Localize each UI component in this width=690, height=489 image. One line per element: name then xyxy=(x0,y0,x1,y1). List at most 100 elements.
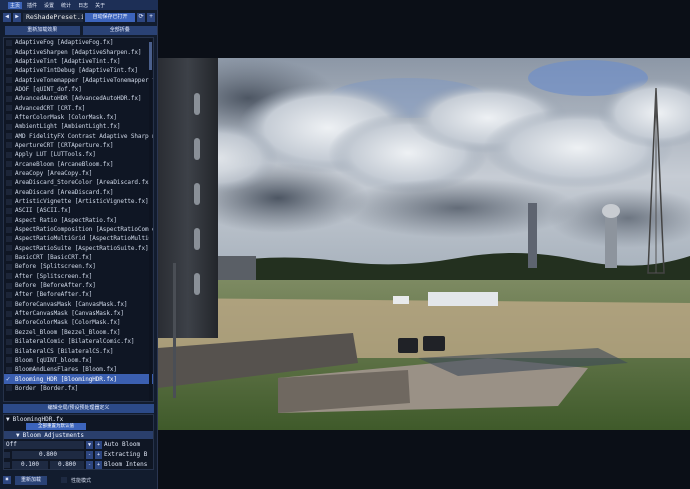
effect-checkbox[interactable] xyxy=(6,105,12,112)
reload-button[interactable]: 重新加载 xyxy=(15,475,48,485)
effect-item[interactable]: AdaptiveSharpen [AdaptiveSharpen.fx] xyxy=(4,47,153,56)
effect-checkbox[interactable] xyxy=(6,310,12,317)
reload-preset-icon[interactable]: ⟳ xyxy=(137,12,145,22)
previous-preset-icon[interactable]: ◀ xyxy=(3,12,11,22)
decrement-icon[interactable]: - xyxy=(86,460,93,469)
intensity-slider-1[interactable]: 0.100 xyxy=(12,460,48,469)
effect-item[interactable]: Apply LUT [LUTTools.fx] xyxy=(4,150,153,159)
param-checkbox[interactable] xyxy=(4,461,10,468)
collapse-all-button[interactable]: 全部折叠 xyxy=(82,26,157,35)
effect-checkbox[interactable] xyxy=(6,291,12,298)
add-preset-icon[interactable]: + xyxy=(147,12,155,22)
effect-item[interactable]: BilateralCS [BilateralCS.fx] xyxy=(4,346,153,355)
effect-checkbox[interactable] xyxy=(6,245,12,252)
effect-checkbox[interactable] xyxy=(6,189,12,196)
effect-item[interactable]: BilateralComic [BilateralComic.fx] xyxy=(4,337,153,346)
effect-item[interactable]: AreaCopy [AreaCopy.fx] xyxy=(4,169,153,178)
effect-checkbox[interactable] xyxy=(6,319,12,326)
preset-selector[interactable]: ReShadePreset.ini xyxy=(23,12,83,22)
effect-checkbox[interactable] xyxy=(6,254,12,261)
effect-checkbox[interactable] xyxy=(6,39,12,46)
effect-checkbox[interactable]: ✓ xyxy=(6,376,12,383)
effect-checkbox[interactable] xyxy=(6,348,12,355)
effect-checkbox[interactable] xyxy=(6,282,12,289)
effect-checkbox[interactable] xyxy=(6,170,12,177)
effect-item[interactable]: After [BeforeAfter.fx] xyxy=(4,290,153,299)
reload-effects-button[interactable]: 重新加载效果 xyxy=(5,26,80,35)
effect-item[interactable]: AdaptiveTint [AdaptiveTint.fx] xyxy=(4,57,153,66)
effect-item[interactable]: Bezzel_Bloom [Bezzel_Bloom.fx] xyxy=(4,328,153,337)
effect-checkbox[interactable] xyxy=(6,179,12,186)
menu-item-addons[interactable]: 插件 xyxy=(25,2,39,9)
menu-item-statistics[interactable]: 统计 xyxy=(59,2,73,9)
effect-item[interactable]: AreaDiscard [AreaDiscard.fx] xyxy=(4,188,153,197)
effect-checkbox[interactable] xyxy=(6,263,12,270)
effect-item[interactable]: After [Splitscreen.fx] xyxy=(4,272,153,281)
effect-item[interactable]: ASCII [ASCII.fx] xyxy=(4,206,153,215)
increment-icon[interactable]: + xyxy=(95,440,102,449)
effect-item[interactable]: AdaptiveFog [AdaptiveFog.fx] xyxy=(4,38,153,47)
edit-preprocessor-button[interactable]: 编辑全局/预设预处理器定义 xyxy=(3,404,154,413)
decrement-icon[interactable]: - xyxy=(86,450,93,459)
increment-icon[interactable]: + xyxy=(95,460,102,469)
combo-dropdown-icon[interactable]: ▼ xyxy=(86,440,93,449)
effect-checkbox[interactable] xyxy=(6,58,12,65)
effect-checkbox[interactable] xyxy=(6,95,12,102)
effect-checkbox[interactable] xyxy=(6,217,12,224)
effect-item[interactable]: ArcaneBloom [ArcaneBloom.fx] xyxy=(4,159,153,168)
effect-item[interactable]: BasicCRT [BasicCRT.fx] xyxy=(4,253,153,262)
category-bloom-adjustments[interactable]: ▼ Bloom Adjustments xyxy=(4,431,153,439)
menu-item-settings[interactable]: 设置 xyxy=(42,2,56,9)
scrollbar-thumb[interactable] xyxy=(149,42,152,70)
effect-item[interactable]: AspectRatioComposition [AspectRatioCompo… xyxy=(4,225,153,234)
intensity-slider-2[interactable]: 0.800 xyxy=(50,460,84,469)
effect-item[interactable]: Before [BeforeAfter.fx] xyxy=(4,281,153,290)
menu-item-home[interactable]: 主页 xyxy=(8,1,23,9)
effect-checkbox[interactable] xyxy=(6,133,12,140)
effect-checkbox[interactable] xyxy=(6,151,12,158)
menu-item-about[interactable]: 关于 xyxy=(93,2,107,9)
increment-icon[interactable]: + xyxy=(95,450,102,459)
effect-item[interactable]: ✓ Blooming_HDR [BloomingHDR.fx] xyxy=(4,374,153,384)
effect-item[interactable]: Before [Splitscreen.fx] xyxy=(4,262,153,271)
effect-item[interactable]: AreaDiscard_StoreColor [AreaDiscard.fx] xyxy=(4,178,153,187)
effect-checkbox[interactable] xyxy=(6,338,12,345)
effect-checkbox[interactable] xyxy=(6,301,12,308)
effect-checkbox[interactable] xyxy=(6,198,12,205)
effect-checkbox[interactable] xyxy=(6,123,12,130)
effect-checkbox[interactable] xyxy=(6,49,12,56)
effect-checkbox[interactable] xyxy=(6,366,12,373)
effect-item[interactable]: Bloom [qUINT_bloom.fx] xyxy=(4,356,153,365)
effect-item[interactable]: BeforeColorMask [ColorMask.fx] xyxy=(4,318,153,327)
menu-item-log[interactable]: 日志 xyxy=(76,2,90,9)
effect-checkbox[interactable] xyxy=(6,142,12,149)
effect-item[interactable]: AfterCanvasMask [CanvasMask.fx] xyxy=(4,309,153,318)
effect-item[interactable]: AMD FidelityFX Contrast Adaptive Sharpen… xyxy=(4,131,153,140)
effect-item[interactable]: ArtisticVignette [ArtisticVignette.fx] xyxy=(4,197,153,206)
effect-item[interactable]: AspectRatioMultiGrid [AspectRatioMultiGr… xyxy=(4,234,153,243)
effect-checkbox[interactable] xyxy=(6,67,12,74)
effect-item[interactable]: AdaptiveTintDebug [AdaptiveTint.fx] xyxy=(4,66,153,75)
effect-item[interactable]: BloomAndLensFlares [Bloom.fx] xyxy=(4,365,153,374)
extracting-slider[interactable]: 0.800 xyxy=(12,450,84,459)
effect-checkbox[interactable] xyxy=(6,161,12,168)
effect-file-header[interactable]: ▼ BloomingHDR.fx xyxy=(4,415,153,423)
effect-item[interactable]: Aspect Ratio [AspectRatio.fx] xyxy=(4,216,153,225)
effect-checkbox[interactable] xyxy=(6,329,12,336)
effect-checkbox[interactable] xyxy=(6,235,12,242)
effect-checkbox[interactable] xyxy=(6,357,12,364)
auto-save-button[interactable]: 自动保存已打开 xyxy=(85,12,135,22)
effect-list-scrollbar[interactable] xyxy=(149,39,152,401)
effect-item[interactable]: BeforeCanvasMask [CanvasMask.fx] xyxy=(4,300,153,309)
param-checkbox[interactable] xyxy=(4,451,10,458)
effect-checkbox[interactable] xyxy=(6,207,12,214)
effect-item[interactable]: AspectRatioSuite [AspectRatioSuite.fx] xyxy=(4,244,153,253)
close-icon[interactable]: ✖ xyxy=(3,476,11,484)
effect-checkbox[interactable] xyxy=(6,273,12,280)
effect-item[interactable]: ADOF [qUINT_dof.fx] xyxy=(4,85,153,94)
effect-checkbox[interactable] xyxy=(6,226,12,233)
effect-item[interactable]: AfterColorMask [ColorMask.fx] xyxy=(4,113,153,122)
performance-mode-checkbox[interactable] xyxy=(61,477,68,483)
effect-item[interactable]: AdvancedCRT [CRT.fx] xyxy=(4,103,153,112)
next-preset-icon[interactable]: ▶ xyxy=(13,12,21,22)
